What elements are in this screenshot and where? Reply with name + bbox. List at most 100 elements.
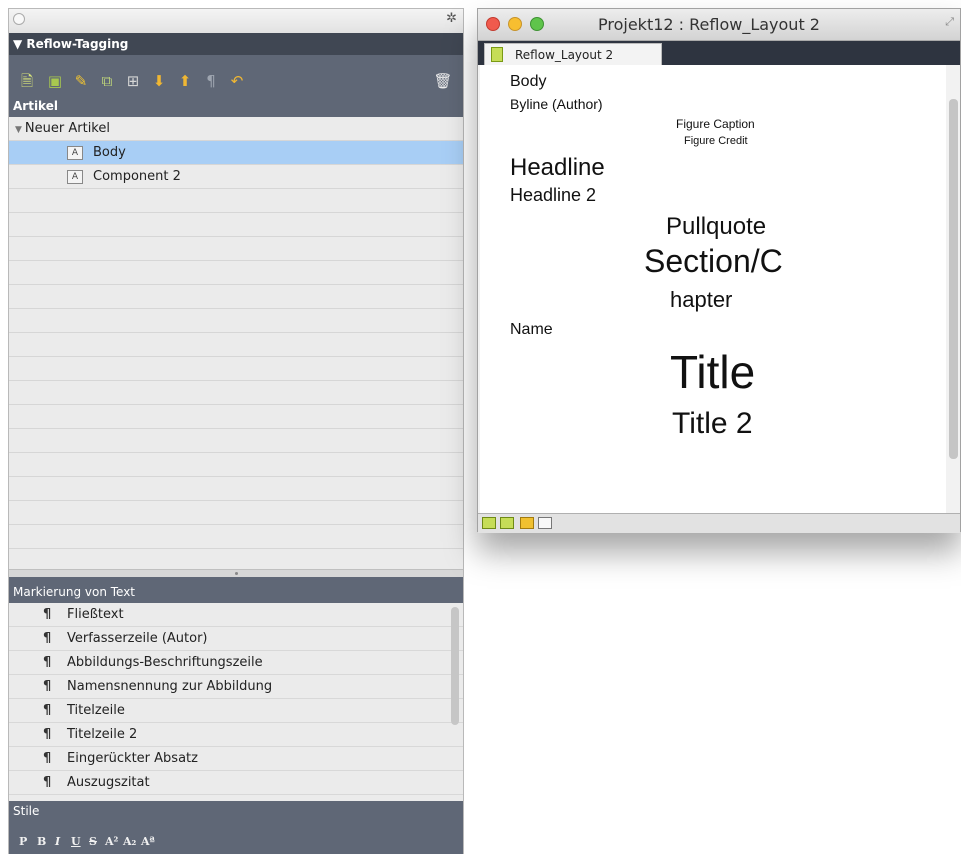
document-icon [491, 47, 503, 62]
window-titlebar[interactable]: Projekt12 : Reflow_Layout 2 ⤢ [478, 9, 960, 41]
tree-empty-row [9, 333, 463, 357]
panel-topbar: ✲ [9, 9, 463, 33]
preview-byline: Byline (Author) [510, 96, 603, 112]
tab-reflow-layout-2[interactable]: Reflow_Layout 2 [484, 43, 662, 65]
window-title: Projekt12 : Reflow_Layout 2 [598, 15, 820, 34]
preview-title-2: Title 2 [672, 407, 753, 440]
strikethrough-style-button[interactable]: S [89, 835, 97, 848]
paragraph-list-scrollbar[interactable] [451, 607, 459, 725]
preview-pullquote: Pullquote [666, 213, 767, 240]
paragraph-style-item[interactable]: ¶ Abbildungs-Beschriftungszeile [9, 651, 463, 675]
paragraph-style-label: Eingerückter Absatz [67, 751, 198, 766]
pencil-icon[interactable]: ✎ [71, 71, 91, 91]
paragraph-style-list: ¶ Fließtext ¶ Verfasserzeile (Autor) ¶ Abbi… [9, 603, 463, 801]
pilcrow-icon[interactable]: ¶ [201, 71, 221, 91]
paragraph-style-item[interactable]: ¶ Titelzeile 2 [9, 723, 463, 747]
tree-item-label: Component 2 [93, 169, 181, 184]
pilcrow-icon: ¶ [43, 607, 52, 622]
ordinal-style-button[interactable]: Aª [141, 835, 155, 848]
paragraph-style-item[interactable]: ¶ Namensnennung zur Abbildung [9, 675, 463, 699]
italic-style-button[interactable]: I [55, 835, 60, 848]
article-tree: ▼ Neuer Artikel A Body A Component 2 [9, 117, 463, 569]
pilcrow-icon: ¶ [43, 775, 52, 790]
paragraph-style-item[interactable]: ¶ Fließtext [9, 603, 463, 627]
arrow-icon[interactable] [520, 517, 534, 529]
markierung-header: Markierung von Text [9, 577, 463, 603]
zoom-window-button[interactable] [530, 17, 544, 31]
tree-item-body[interactable]: A Body [9, 141, 463, 165]
tree-empty-row [9, 405, 463, 429]
preview-title: Title [670, 346, 756, 398]
triangle-down-icon[interactable]: ▼ [15, 118, 22, 142]
superscript-style-button[interactable]: A² [105, 835, 118, 848]
fullscreen-icon[interactable]: ⤢ [945, 15, 954, 29]
tree-empty-row [9, 429, 463, 453]
panel-close-icon[interactable] [13, 13, 25, 25]
tree-empty-row [9, 477, 463, 501]
paragraph-style-label: Fließtext [67, 607, 124, 622]
insert-icon[interactable]: ⧉ [97, 71, 117, 91]
paragraph-style-item[interactable]: ¶ Titelzeile [9, 699, 463, 723]
new-article-icon[interactable]: 🗎 [17, 71, 37, 91]
plain-style-button[interactable]: P [19, 835, 27, 848]
paragraph-style-label: Titelzeile [67, 703, 125, 718]
tree-empty-row [9, 261, 463, 285]
pilcrow-icon: ¶ [43, 631, 52, 646]
add-component-icon[interactable]: ▣ [45, 71, 65, 91]
close-window-button[interactable] [486, 17, 500, 31]
paragraph-style-item[interactable]: ¶ Auszugszitat [9, 771, 463, 795]
window-bottom-bar [478, 513, 960, 533]
document-tab-bar: Reflow_Layout 2 [478, 41, 960, 65]
text-component-icon: A [67, 146, 83, 160]
preview-scrollbar[interactable] [949, 99, 958, 459]
reflow-tagging-header[interactable]: ▼ Reflow-Tagging [9, 33, 463, 55]
artikel-toolbar: 🗎 ▣ ✎ ⧉ ⊞ ⬇ ⬆ ¶ ↶ 🗑 [9, 55, 463, 95]
gear-icon[interactable]: ✲ [446, 11, 457, 26]
preview-section-chapter-cont: hapter [670, 287, 733, 312]
paragraph-style-label: Auszugszitat [67, 775, 150, 790]
grid-view-icon[interactable] [538, 517, 552, 529]
tree-empty-row [9, 525, 463, 549]
underline-style-button[interactable]: U [71, 835, 81, 848]
preview-headline-2: Headline 2 [510, 185, 597, 205]
undo-icon[interactable]: ↶ [227, 71, 247, 91]
tree-empty-row [9, 501, 463, 525]
column-view-icon[interactable] [500, 517, 514, 529]
tree-empty-row [9, 549, 463, 569]
stile-header: Stile [9, 801, 463, 821]
move-up-icon[interactable]: ⬆ [175, 71, 195, 91]
pilcrow-icon: ¶ [43, 655, 52, 670]
paragraph-style-label: Titelzeile 2 [67, 727, 138, 742]
tree-empty-row [9, 237, 463, 261]
reflow-tagging-panel: ✲ ▼ Reflow-Tagging 🗎 ▣ ✎ ⧉ ⊞ ⬇ ⬆ ¶ ↶ 🗑 A… [8, 8, 464, 854]
tree-item-component-2[interactable]: A Component 2 [9, 165, 463, 189]
tree-empty-row [9, 309, 463, 333]
paragraph-style-label: Verfasserzeile (Autor) [67, 631, 208, 646]
pilcrow-icon: ¶ [43, 679, 52, 694]
tree-root-neuer-artikel[interactable]: ▼ Neuer Artikel [9, 117, 463, 141]
paragraph-style-label: Namensnennung zur Abbildung [67, 679, 273, 694]
minimize-window-button[interactable] [508, 17, 522, 31]
list-view-icon[interactable] [482, 517, 496, 529]
subscript-style-button[interactable]: A₂ [123, 835, 136, 848]
bold-style-button[interactable]: B [37, 835, 46, 848]
preview-section-chapter: Section/C [644, 243, 783, 279]
pilcrow-icon: ¶ [43, 727, 52, 742]
tree-empty-row [9, 453, 463, 477]
screen: ✲ ▼ Reflow-Tagging 🗎 ▣ ✎ ⧉ ⊞ ⬇ ⬆ ¶ ↶ 🗑 A… [0, 0, 961, 854]
tab-label: Reflow_Layout 2 [515, 48, 614, 62]
paragraph-style-item[interactable]: ¶ Eingerückter Absatz [9, 747, 463, 771]
text-component-icon: A [67, 170, 83, 184]
preview-figure-caption: Figure Caption [676, 117, 755, 131]
tree-empty-row [9, 381, 463, 405]
move-down-icon[interactable]: ⬇ [149, 71, 169, 91]
paragraph-style-label: Abbildungs-Beschriftungszeile [67, 655, 263, 670]
trash-icon[interactable]: 🗑 [433, 71, 453, 91]
pilcrow-icon: ¶ [43, 703, 52, 718]
stile-toolbar: P B I U S A² A₂ Aª [9, 821, 463, 854]
preview-headline: Headline [510, 154, 605, 181]
panel-splitter[interactable] [9, 569, 463, 577]
merge-icon[interactable]: ⊞ [123, 71, 143, 91]
paragraph-style-item[interactable]: ¶ Verfasserzeile (Autor) [9, 627, 463, 651]
tree-empty-row [9, 285, 463, 309]
